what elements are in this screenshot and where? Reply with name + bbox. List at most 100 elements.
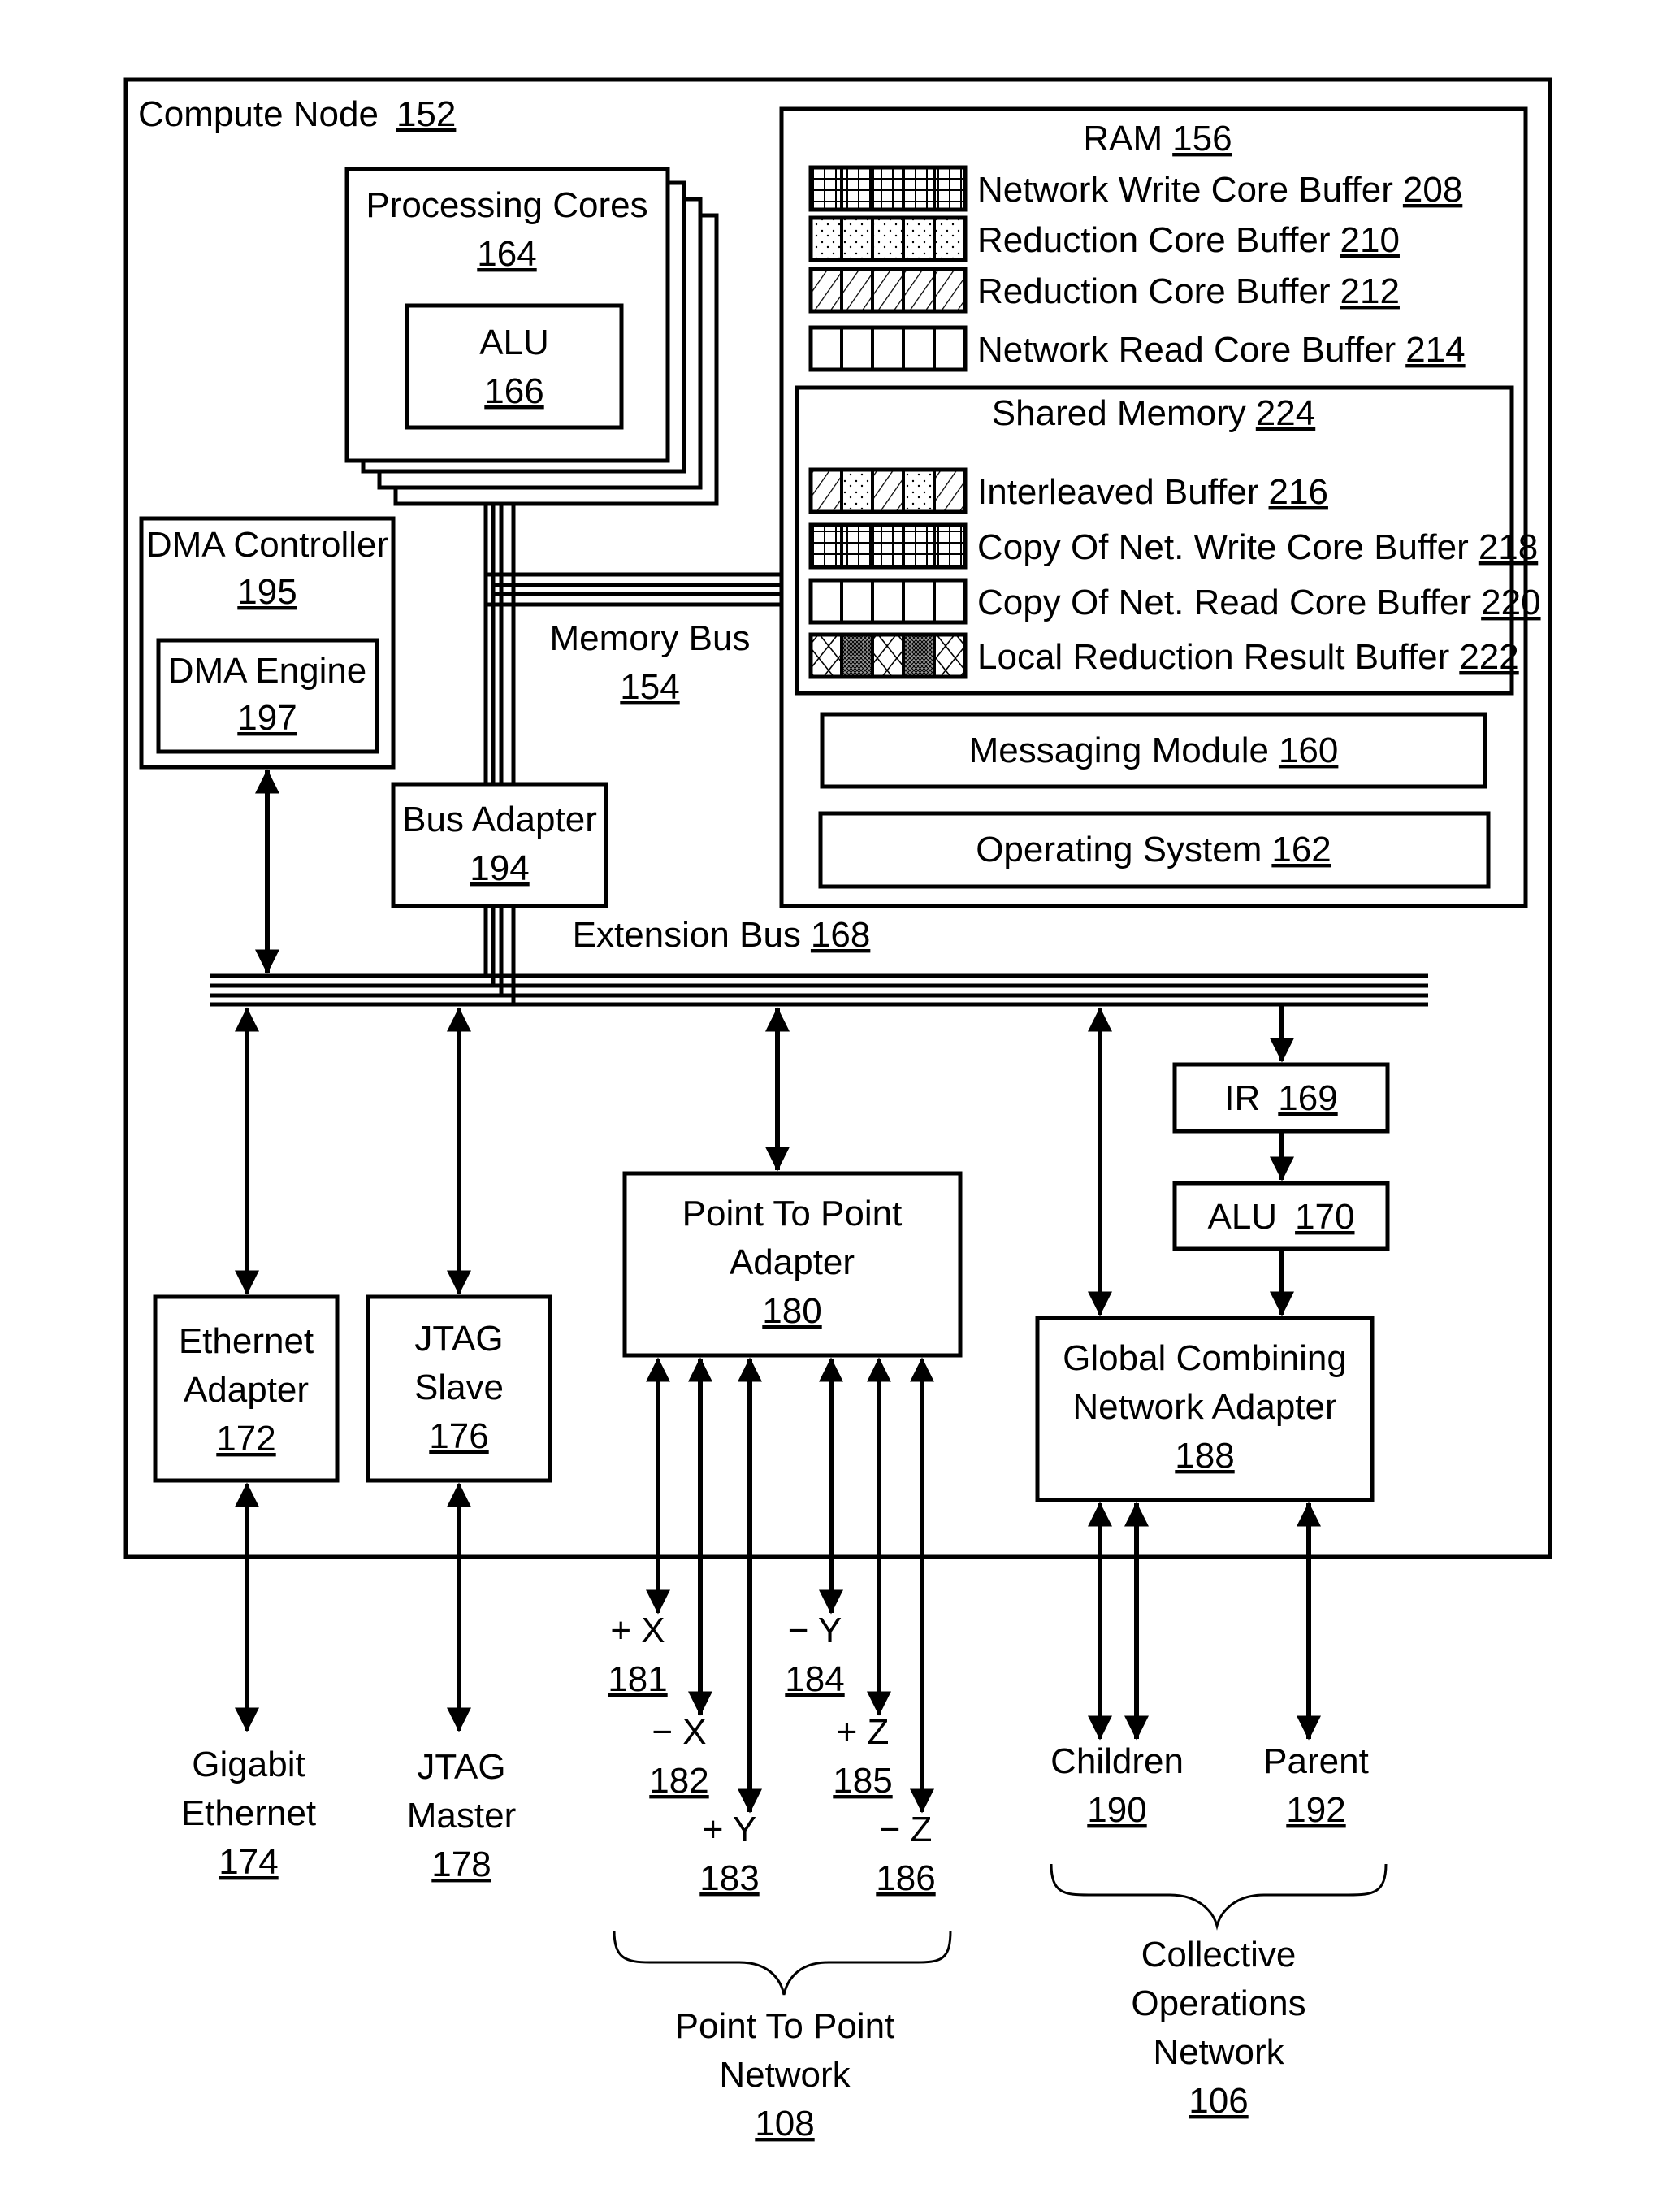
collective-operations-network: Collective Operations Network 106 [1131, 1935, 1305, 2121]
p2p-link-ref: 182 [649, 1761, 708, 1801]
children: Children 190 [1050, 1741, 1184, 1830]
p2p-link-label: + X [610, 1611, 665, 1650]
p2p-link-ref: 181 [608, 1659, 667, 1699]
collective-brace [1050, 1863, 1388, 1931]
p2p-network: Point To Point Network 108 [675, 2006, 895, 2144]
memory-bus-label: Memory Bus [550, 618, 751, 658]
operating-system-label: Operating System 162 [976, 830, 1331, 869]
shm-buffer-label: Local Reduction Result Buffer 222 [977, 637, 1519, 677]
messaging-module-label: Messaging Module 160 [969, 730, 1339, 770]
bus-adapter-label: Bus Adapter [402, 800, 597, 839]
shm-buffer-label: Copy Of Net. Read Core Buffer 220 [977, 583, 1541, 622]
ram-buffer-grid-icon [808, 165, 968, 212]
p2p-brace [613, 1930, 952, 1996]
alu-166-ref: 166 [484, 371, 543, 411]
shm-buffer-interleaved-icon [808, 467, 968, 514]
gigabit-ethernet: Gigabit Ethernet 174 [181, 1745, 316, 1882]
p2p-network-line1: Point To Point [675, 2006, 895, 2046]
ram-buffer-hatch-icon [808, 267, 968, 314]
processing-cores-label: Processing Cores [366, 185, 647, 225]
dma-engine-ref: 197 [237, 698, 297, 738]
p2p-link-ref: 185 [833, 1761, 892, 1801]
bus-adapter-ref: 194 [470, 848, 529, 888]
p2p-link-label: − Y [788, 1611, 842, 1650]
dma-engine-label: DMA Engine [168, 651, 367, 691]
children-ref: 190 [1087, 1790, 1146, 1830]
p2p-link-ref: 183 [699, 1858, 759, 1898]
p2p-link-label: − Z [880, 1810, 933, 1849]
gcna-line1: Global Combining [1063, 1338, 1347, 1378]
shm-buffer-empty-icon [808, 578, 968, 625]
gigabit-ethernet-line1: Gigabit [192, 1745, 305, 1784]
shm-buffer-row: Interleaved Buffer 216 [808, 467, 1328, 514]
extension-bus-label: Extension Bus 168 [573, 915, 871, 955]
p2p-link-label: + Z [837, 1712, 890, 1752]
jtag-slave-line1: JTAG [414, 1319, 503, 1359]
collective-network-line2: Operations [1131, 1983, 1305, 2023]
p2p-link-ref: 186 [876, 1858, 935, 1898]
ethernet-adapter: Ethernet Adapter 172 [153, 1294, 340, 1483]
shm-buffer-label: Copy Of Net. Write Core Buffer 218 [977, 527, 1538, 567]
collective-network-line3: Network [1153, 2032, 1284, 2072]
shm-buffer-row: Copy Of Net. Write Core Buffer 218 [808, 522, 1538, 570]
ram-buffer-label: Network Read Core Buffer 214 [977, 330, 1466, 370]
ram-buffer-empty-icon [808, 325, 968, 372]
p2p-link-label: + Y [703, 1810, 756, 1849]
jtag-master: JTAG Master 178 [407, 1747, 516, 1884]
alu-170-box: ALU 170 [1172, 1181, 1390, 1251]
shared-memory-label: Shared Memory 224 [992, 393, 1315, 433]
jtag-master-line1: JTAG [417, 1747, 505, 1787]
parent-ref: 192 [1286, 1790, 1345, 1830]
ir-box: IR 169 [1172, 1062, 1390, 1134]
jtag-slave-line2: Slave [414, 1368, 504, 1407]
collective-network-line1: Collective [1141, 1935, 1297, 1975]
ethernet-adapter-line1: Ethernet [179, 1321, 314, 1361]
shm-buffer-row: Local Reduction Result Buffer 222 [808, 632, 1519, 679]
p2p-adapter-ref: 180 [762, 1291, 821, 1331]
ram-buffer-row: Network Write Core Buffer 208 [808, 165, 1462, 212]
jtag-master-ref: 178 [431, 1845, 491, 1884]
ethernet-adapter-line2: Adapter [184, 1370, 309, 1410]
p2p-network-ref: 108 [755, 2104, 814, 2144]
shm-buffer-label: Interleaved Buffer 216 [977, 472, 1328, 512]
children-label: Children [1050, 1741, 1184, 1781]
ethernet-adapter-ref: 172 [216, 1419, 275, 1459]
ir-label: IR 169 [1224, 1078, 1337, 1118]
shm-buffer-grid-icon [808, 522, 968, 570]
p2p-adapter-line2: Adapter [730, 1242, 855, 1282]
jtag-slave-ref: 176 [429, 1416, 488, 1456]
ram-buffer-row: Reduction Core Buffer 210 [808, 215, 1400, 262]
ram: RAM 156 Network Write Core Buffer 208 Reduc… [779, 106, 1541, 908]
dma-controller: DMA Controller 195 DMA Engine 197 [139, 516, 396, 770]
memory-bus-ref: 154 [620, 667, 679, 707]
jtag-master-line2: Master [407, 1796, 516, 1836]
parent-label: Parent [1263, 1741, 1369, 1781]
compute-node-label: Compute Node 152 [138, 94, 456, 134]
ram-buffer-label: Network Write Core Buffer 208 [977, 170, 1462, 210]
processing-cores: Processing Cores 164 ALU 166 [344, 167, 719, 506]
p2p-adapter: Point To Point Adapter 180 [622, 1171, 963, 1358]
p2p-adapter-line1: Point To Point [682, 1194, 903, 1233]
ram-buffer-dots-icon [808, 215, 968, 262]
shm-buffer-crosshatch-icon [808, 632, 968, 679]
dma-controller-label: DMA Controller [146, 525, 388, 565]
gcna-ref: 188 [1175, 1436, 1234, 1476]
compute-node-diagram: Compute Node 152 Processing Cores 164 ALU… [123, 77, 1552, 2144]
ram-label: RAM 156 [1083, 119, 1232, 158]
global-combining-network-adapter: Global Combining Network Adapter 188 [1035, 1316, 1375, 1502]
alu-166-label: ALU [479, 323, 549, 362]
collective-network-ref: 106 [1189, 2081, 1248, 2121]
p2p-link-ref: 184 [785, 1659, 844, 1699]
processing-cores-ref: 164 [477, 234, 536, 274]
gcna-line2: Network Adapter [1072, 1387, 1336, 1427]
gigabit-ethernet-line2: Ethernet [181, 1793, 316, 1833]
p2p-link-label: − X [652, 1712, 706, 1752]
p2p-network-line2: Network [719, 2055, 851, 2095]
jtag-slave: JTAG Slave 176 [366, 1294, 552, 1483]
shm-buffer-row: Copy Of Net. Read Core Buffer 220 [808, 578, 1541, 625]
ram-buffer-row: Network Read Core Buffer 214 [808, 325, 1466, 372]
ram-buffer-row: Reduction Core Buffer 212 [808, 267, 1400, 314]
parent: Parent 192 [1263, 1741, 1369, 1830]
dma-controller-ref: 195 [237, 572, 297, 612]
gigabit-ethernet-ref: 174 [219, 1842, 278, 1882]
